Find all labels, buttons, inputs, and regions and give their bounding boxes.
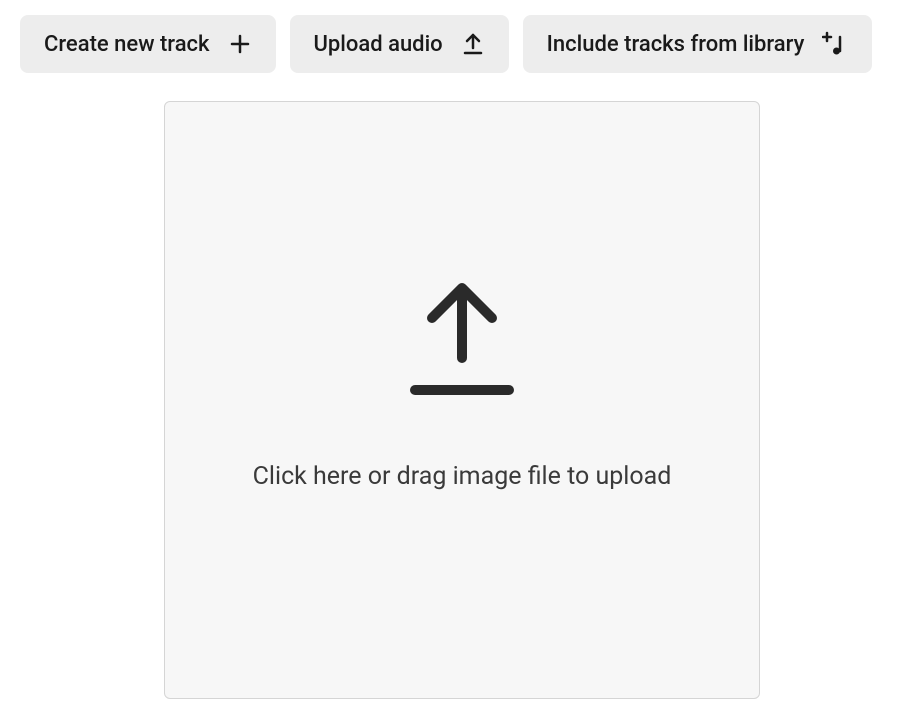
create-new-track-button[interactable]: Create new track xyxy=(20,15,276,73)
upload-audio-button[interactable]: Upload audio xyxy=(290,15,509,73)
upload-icon xyxy=(407,280,517,404)
upload-audio-label: Upload audio xyxy=(314,32,443,57)
create-new-track-label: Create new track xyxy=(44,32,210,57)
include-tracks-from-library-button[interactable]: Include tracks from library xyxy=(523,15,873,73)
plus-icon xyxy=(228,32,252,56)
add-music-icon xyxy=(822,31,848,57)
image-upload-dropzone[interactable]: Click here or drag image file to upload xyxy=(164,101,760,699)
action-button-row: Create new track Upload audio Include tr… xyxy=(20,15,898,73)
upload-icon xyxy=(461,32,485,56)
include-tracks-label: Include tracks from library xyxy=(547,32,805,57)
dropzone-prompt-text: Click here or drag image file to upload xyxy=(253,462,672,491)
